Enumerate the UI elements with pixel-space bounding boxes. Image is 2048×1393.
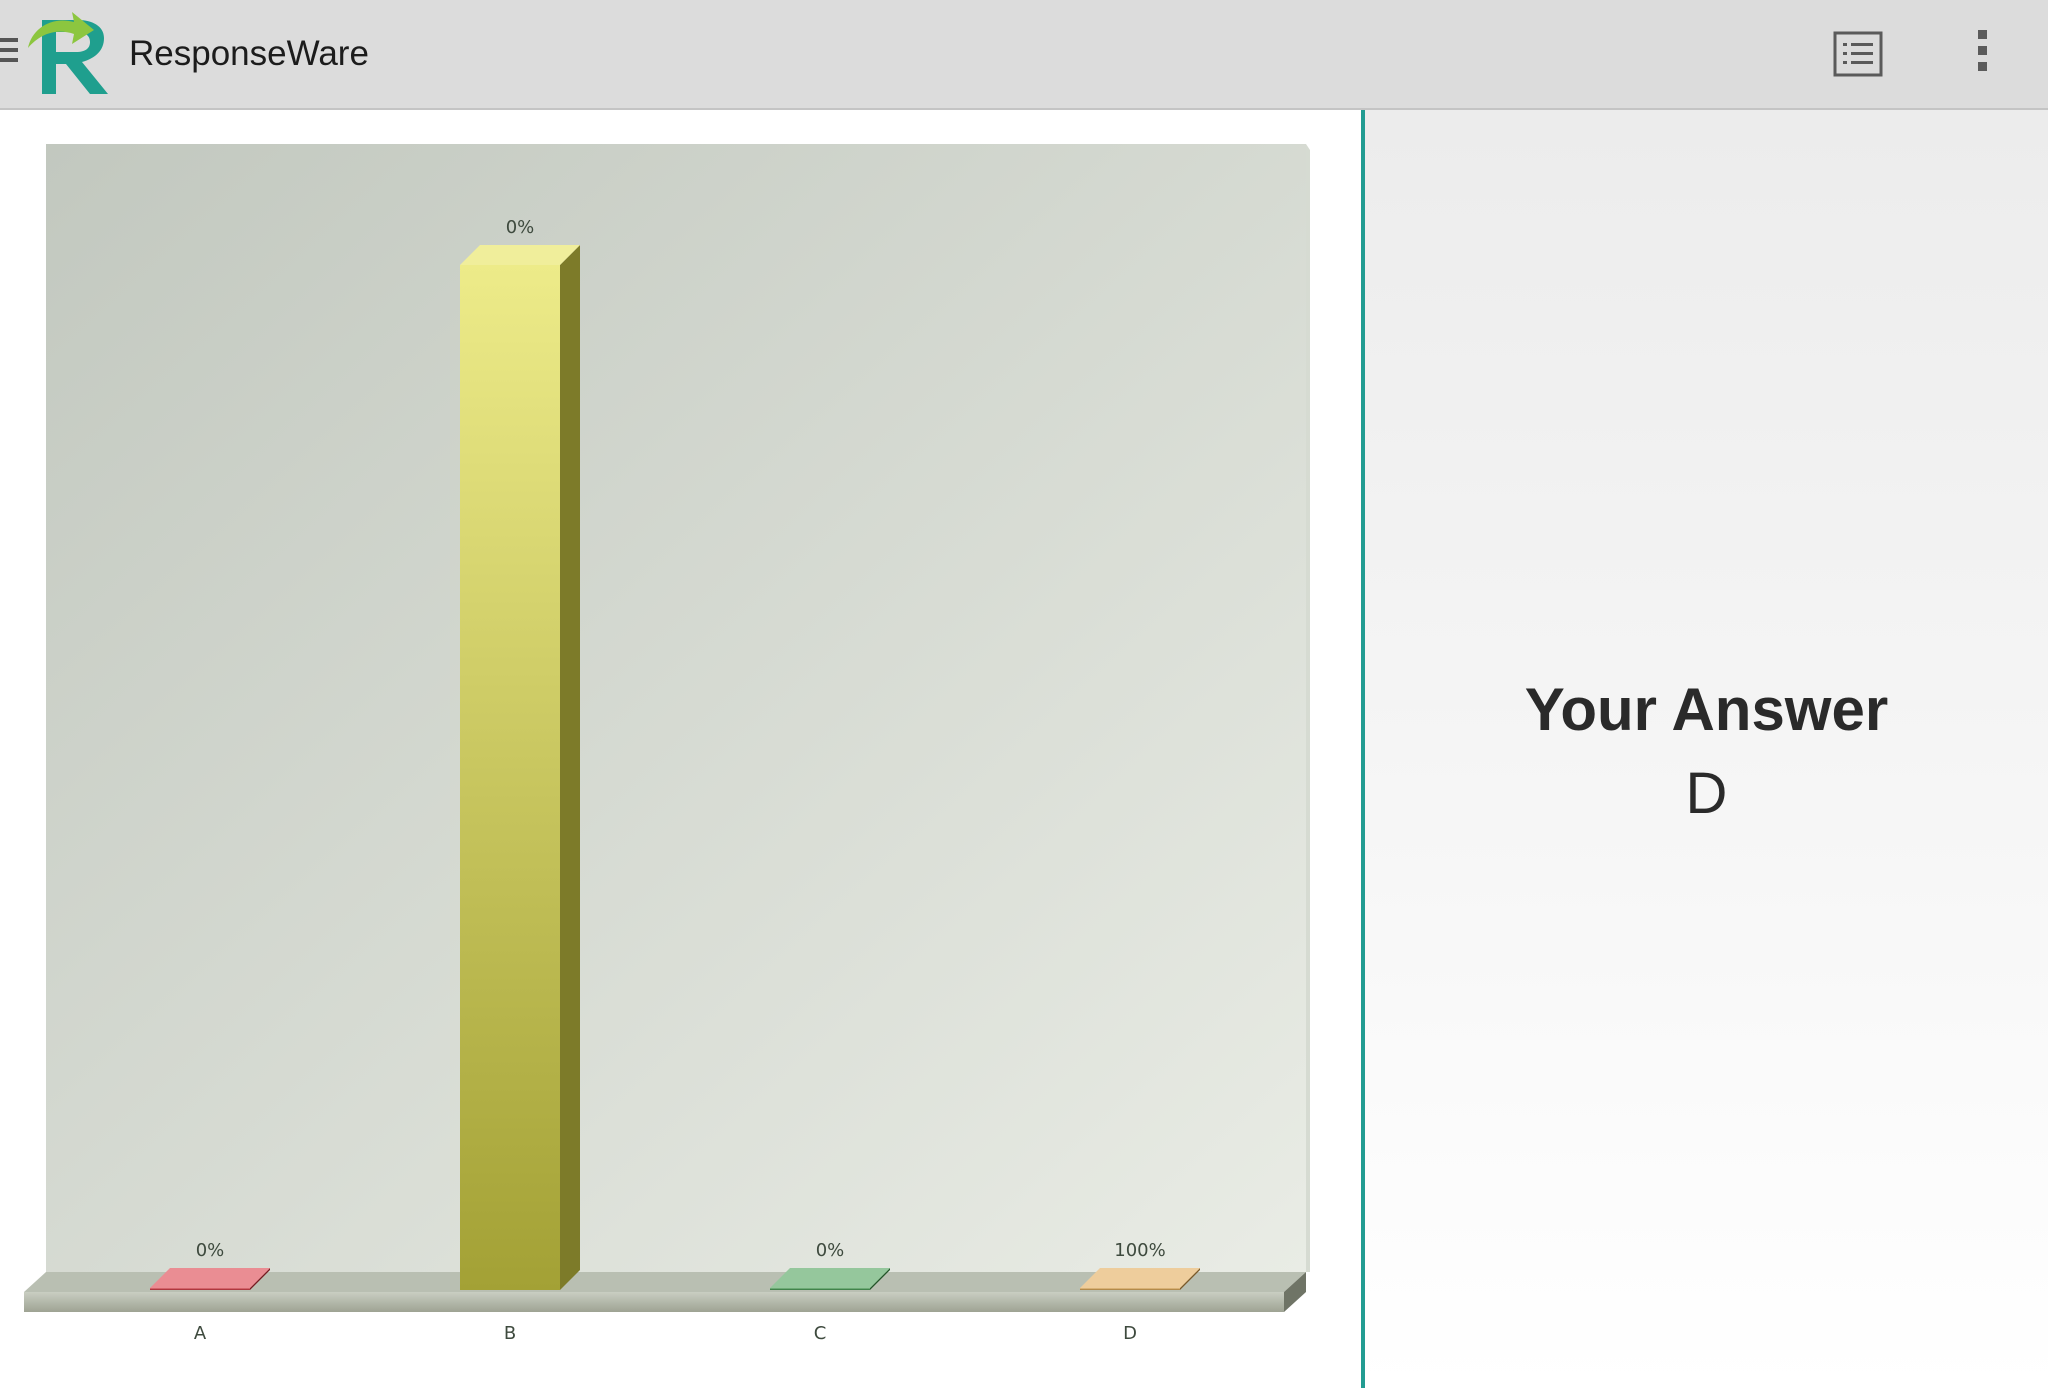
x-tick-label-a: A: [194, 1323, 207, 1344]
bar-front-b: [460, 265, 560, 1290]
more-vert-icon[interactable]: [1970, 30, 1994, 78]
bar-top-a: [150, 1268, 270, 1288]
bar-top-c: [770, 1268, 890, 1288]
bar-a: [150, 1268, 270, 1290]
x-tick-label-d: D: [1123, 1323, 1137, 1344]
results-chart: 0% A 0% B 0% C 100% D: [0, 110, 1361, 1388]
x-tick-label-c: C: [814, 1323, 827, 1344]
bar-b: [460, 245, 580, 1290]
data-label-d: 100%: [1114, 1240, 1165, 1261]
chart-floor-front: [24, 1292, 1284, 1312]
bar-c: [770, 1268, 890, 1290]
app-bar: ResponseWare: [0, 0, 2048, 110]
answer-value: D: [1685, 761, 1728, 826]
data-label-b: 0%: [506, 217, 535, 238]
bar-top-d: [1080, 1268, 1200, 1288]
responseware-logo-icon: [26, 10, 118, 101]
bar-front-a: [150, 1288, 250, 1290]
chart-back-wall: [46, 144, 1306, 1272]
x-tick-label-b: B: [504, 1323, 516, 1344]
chart-wall-edge: [1306, 144, 1310, 1272]
data-label-a: 0%: [196, 1240, 225, 1261]
answer-panel: Your Answer D: [1365, 110, 2048, 1388]
list-view-icon[interactable]: [1833, 29, 1883, 79]
bar-side-b: [560, 245, 580, 1290]
bar-front-c: [770, 1288, 870, 1290]
bar-d: [1080, 1268, 1200, 1290]
bar-front-d: [1080, 1288, 1180, 1290]
bar-chart-svg: 0% A 0% B 0% C 100% D: [24, 144, 1310, 1344]
app-title: ResponseWare: [129, 34, 369, 73]
bar-top-b: [460, 245, 580, 265]
answer-title: Your Answer: [1524, 676, 1889, 743]
data-label-c: 0%: [816, 1240, 845, 1261]
hamburger-menu-icon[interactable]: [0, 38, 20, 70]
